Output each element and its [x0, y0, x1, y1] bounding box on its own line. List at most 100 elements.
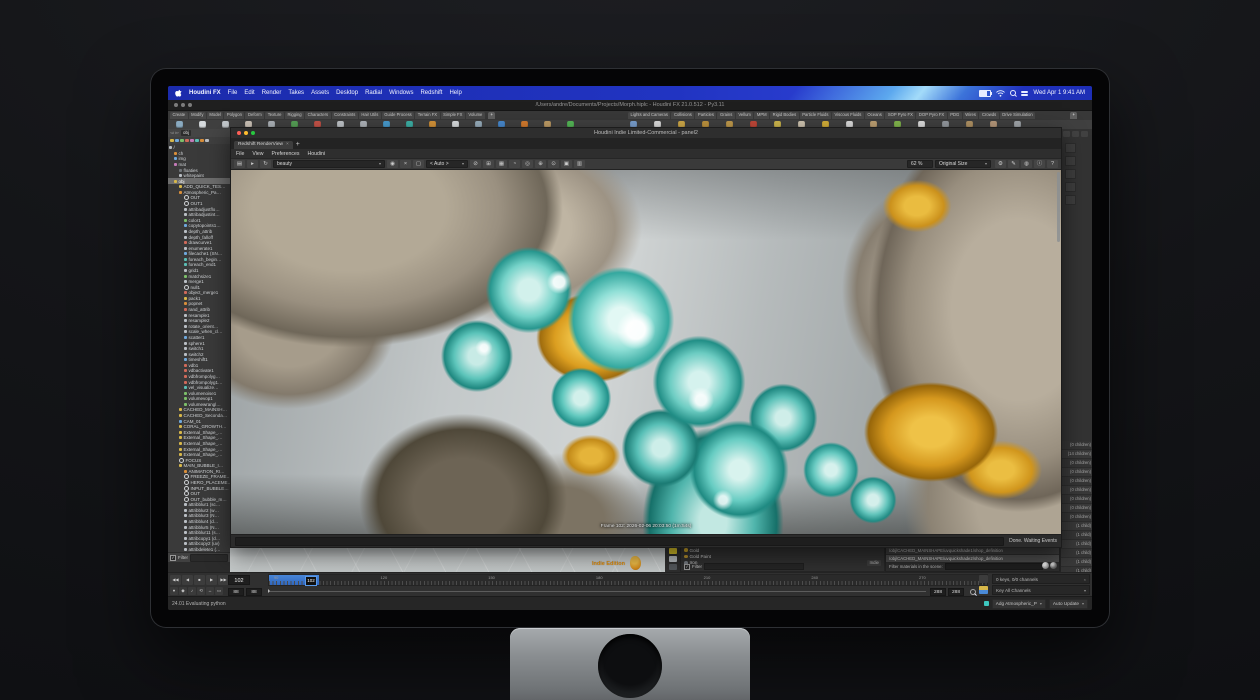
keys-summary-select[interactable]: 0 keys, 0/0 channels×: [992, 574, 1090, 584]
keyframe-color-icon[interactable]: [979, 586, 988, 594]
window-traffic-lights[interactable]: [174, 103, 192, 107]
material-filter-input[interactable]: [704, 563, 804, 570]
scene-material-row[interactable]: /obj/CACHED_MAINSHAPE/uvquickshade1/shop…: [886, 547, 1059, 555]
timeline[interactable]: 102 90120150180210240270: [268, 574, 988, 586]
playbar-option-icon[interactable]: ●: [170, 587, 178, 595]
transport-button[interactable]: ◀◀: [170, 575, 181, 585]
shelf-tab[interactable]: Create: [170, 112, 188, 119]
shelf-tab[interactable]: MPM: [754, 112, 769, 119]
tree-path[interactable]: obj: [181, 130, 191, 136]
wifi-icon[interactable]: [996, 90, 1005, 97]
shade-toggle-icon[interactable]: [669, 564, 677, 570]
data-tree-icon[interactable]: [1065, 195, 1076, 205]
global-end-field[interactable]: 288: [948, 588, 964, 596]
scene-filter-input[interactable]: [945, 563, 1043, 570]
filter-input[interactable]: [190, 554, 228, 562]
playback-range-slider[interactable]: [268, 591, 926, 592]
filter-dop-icon[interactable]: [185, 139, 189, 143]
shelf-tab[interactable]: Crowds: [979, 112, 998, 119]
timeline-zoom-icon[interactable]: [970, 589, 976, 595]
shelf-tab[interactable]: SOP Pyro FX: [885, 112, 915, 119]
shelf-tab[interactable]: Wires: [963, 112, 979, 119]
menu-bar-clock[interactable]: Wed Apr 1 9:41 AM: [1033, 90, 1085, 96]
menubar-menu-item[interactable]: Takes: [288, 90, 304, 96]
children-count-row[interactable]: (1 child): [1061, 522, 1092, 531]
toolbar-icon[interactable]: ◍: [1021, 160, 1032, 168]
material-sphere-dark-icon[interactable]: [1050, 562, 1057, 569]
playbar-option-icon[interactable]: ◆: [179, 587, 187, 595]
toolbar-icon[interactable]: ×: [400, 160, 411, 168]
layers-icon[interactable]: [1065, 156, 1076, 166]
transport-button[interactable]: ▶: [206, 575, 217, 585]
playbar-option-icon[interactable]: ⟲: [197, 587, 205, 595]
shelf-tab[interactable]: Particle Fluids: [800, 112, 831, 119]
update-mode-select[interactable]: Auto Update▾: [1049, 599, 1088, 609]
main-window-titlebar[interactable]: /Users/andre/Documents/Projects/Morph.hi…: [168, 100, 1092, 111]
shelf-tab[interactable]: Rigid Bodies: [770, 112, 799, 119]
filter-checkbox[interactable]: ✓: [170, 555, 176, 561]
renderview-menu-item[interactable]: Preferences: [272, 151, 300, 157]
children-count-row[interactable]: (1 child): [1061, 540, 1092, 549]
filter-mat-icon[interactable]: [190, 139, 194, 143]
context-selector[interactable]: Adg Atmospheric_P▾: [992, 599, 1046, 609]
global-start-field[interactable]: 88: [228, 588, 244, 596]
shelf-tab[interactable]: Vellum: [736, 112, 754, 119]
filter-cop-icon[interactable]: [195, 139, 199, 143]
toolbar-icon[interactable]: ⓘ: [1034, 160, 1045, 168]
children-count-row[interactable]: (0 children): [1061, 441, 1092, 450]
filter-misc-icon[interactable]: [205, 139, 209, 143]
window-traffic-lights[interactable]: [237, 131, 255, 135]
children-count-row[interactable]: (0 children): [1061, 459, 1092, 468]
shelf-tab[interactable]: Rigging: [285, 112, 304, 119]
toolbar-icon[interactable]: ⊞: [483, 160, 494, 168]
children-count-row[interactable]: (0 children): [1061, 504, 1092, 513]
toolbar-icon[interactable]: ▥: [574, 160, 585, 168]
shelf-tab[interactable]: Characters: [305, 112, 330, 119]
shelf-tab[interactable]: Grains: [717, 112, 734, 119]
shelf-tab[interactable]: Constraints: [332, 112, 358, 119]
shelf-tab[interactable]: Model: [207, 112, 223, 119]
grid-toggle-icon[interactable]: [669, 548, 677, 554]
render-pass-select[interactable]: beauty▾: [273, 160, 385, 168]
shelf-tab[interactable]: Modify: [189, 112, 206, 119]
shelf-tab[interactable]: Terrain FX: [415, 112, 439, 119]
image-scrollbar[interactable]: [1057, 172, 1060, 242]
children-count-row[interactable]: (1 child): [1061, 531, 1092, 540]
close-tab-icon[interactable]: ×: [286, 141, 289, 149]
toolbar-icon[interactable]: ⚙: [995, 160, 1006, 168]
shelf-tool-icon[interactable]: [199, 121, 206, 128]
shelf-tab[interactable]: Deform: [245, 112, 264, 119]
menubar-menu-item[interactable]: Redshift: [420, 90, 442, 96]
add-pane-tab-button[interactable]: +: [296, 140, 300, 149]
children-count-row[interactable]: (1 child): [1061, 549, 1092, 558]
active-app-menu[interactable]: Houdini FX: [189, 90, 221, 96]
zoom-level-field[interactable]: 62 %: [907, 160, 933, 168]
menubar-menu-item[interactable]: Render: [262, 90, 282, 96]
scoped-channels-icon[interactable]: [979, 575, 988, 583]
playback-start-field[interactable]: 88: [246, 588, 262, 596]
menubar-menu-item[interactable]: Assets: [311, 90, 329, 96]
shelf-tab[interactable]: PDG: [948, 112, 962, 119]
takes-icon[interactable]: [1065, 182, 1076, 192]
shelf-tab[interactable]: Particles: [695, 112, 716, 119]
renderview-menu-item[interactable]: File: [236, 151, 244, 157]
toolbar-icon[interactable]: ⊙: [548, 160, 559, 168]
renderview-menu-item[interactable]: Houdini: [308, 151, 326, 157]
shelf-tab[interactable]: Guide Process: [382, 112, 414, 119]
pane-maximize-icon[interactable]: [1081, 131, 1088, 137]
toolbar-icon[interactable]: ↻: [260, 160, 271, 168]
menubar-menu-item[interactable]: File: [228, 90, 238, 96]
pane-split-icon[interactable]: [1072, 131, 1079, 137]
add-shelf-tab-button[interactable]: +: [488, 112, 495, 119]
transport-button[interactable]: ◀: [182, 575, 193, 585]
add-shelf-tab-button[interactable]: +: [1070, 112, 1077, 119]
menubar-menu-item[interactable]: Desktop: [336, 90, 358, 96]
control-center-icon[interactable]: [1021, 91, 1028, 96]
material-filter-checkbox[interactable]: ✓: [684, 564, 690, 570]
toolbar-icon[interactable]: ▤: [234, 160, 245, 168]
key-all-channels-select[interactable]: Key All Channels▾: [992, 585, 1090, 595]
auto-mode-select[interactable]: < Auto >▾: [426, 160, 468, 168]
shelf-tab[interactable]: Collisions: [671, 112, 694, 119]
shelf-tab[interactable]: Viscous Fluids: [832, 112, 864, 119]
toolbar-icon[interactable]: ◔: [509, 160, 520, 168]
